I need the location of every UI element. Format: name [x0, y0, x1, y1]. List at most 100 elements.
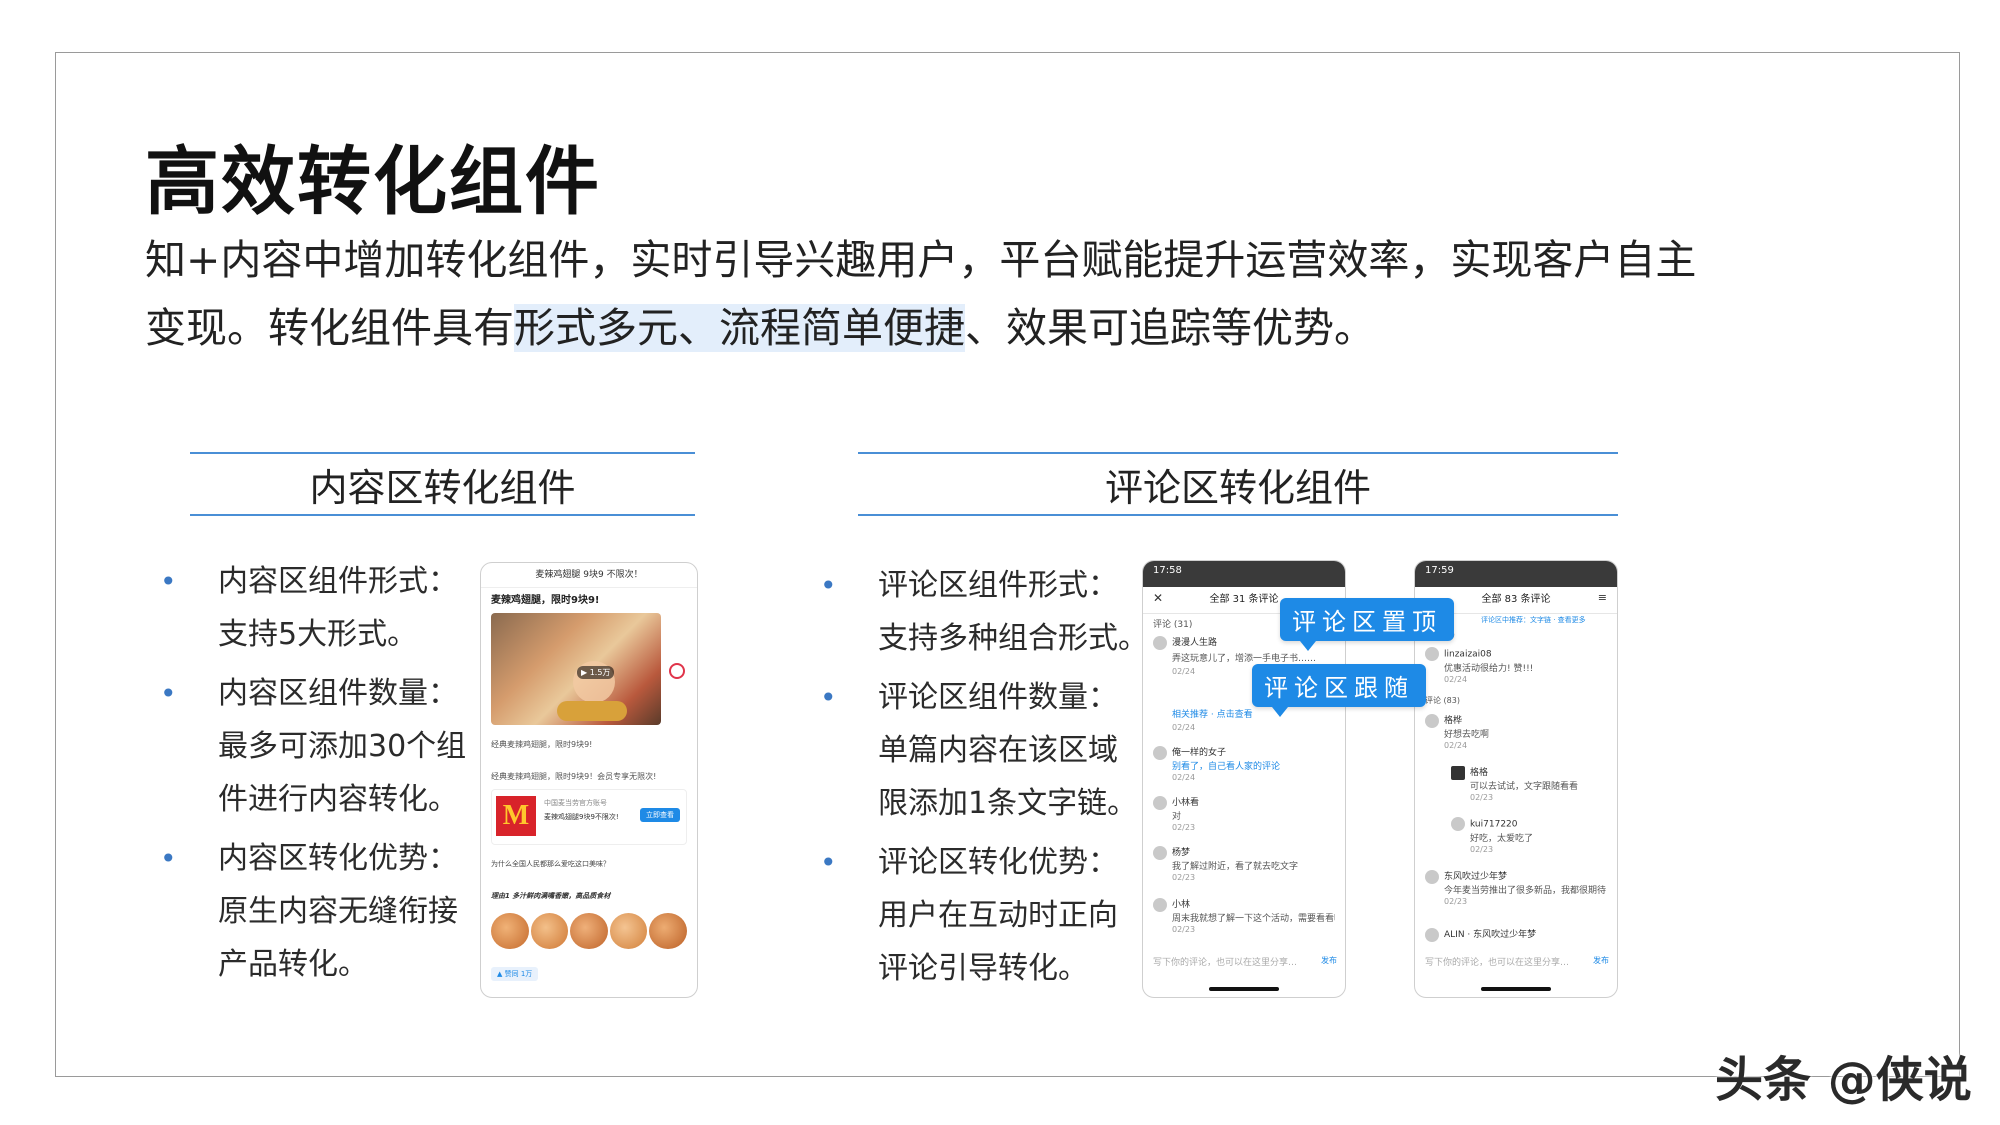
comment-item: 杨梦	[1153, 845, 1335, 860]
avatar	[1153, 845, 1167, 860]
bullet-line: 内容区组件数量：	[218, 676, 458, 711]
bullet-dot: •	[160, 677, 177, 710]
comment-author: 格格	[1470, 768, 1489, 778]
comment-author: linzaizai08	[1444, 649, 1492, 660]
avatar	[1153, 897, 1167, 912]
bullet-line: 最多可添加30个组	[218, 729, 467, 764]
bullet-dot: •	[160, 842, 177, 875]
product-card[interactable]: M 中国麦当劳官方账号 麦辣鸡翅腿9块9不限次! 立即查看	[491, 789, 687, 845]
comment-input[interactable]: 写下你的评论，也可以在这里分享…	[1425, 955, 1607, 968]
bullet-line: 评论区组件数量：	[878, 680, 1118, 715]
intro-line-1: 知+内容中增加转化组件，实时引导兴趣用户，平台赋能提升运营效率，实现客户自主	[145, 236, 1697, 284]
comment-item: ALIN · 东风吹过少年梦	[1425, 927, 1607, 942]
bullet-line: 件进行内容转化。	[218, 782, 458, 817]
comment-author: 杨梦	[1172, 848, 1191, 858]
bullet-dot: •	[820, 681, 837, 714]
content-bullet-2: • 内容区组件数量： 最多可添加30个组 件进行内容转化。	[160, 667, 490, 826]
comment-item: 格格	[1425, 765, 1607, 780]
avatar	[1425, 713, 1439, 728]
avatar	[1451, 765, 1465, 780]
intro-line-2: 变现。转化组件具有形式多元、流程简单便捷、效果可追踪等优势。	[145, 294, 1765, 362]
comment-author: ALIN · 东风吹过少年梦	[1444, 930, 1537, 940]
comment-author: 俺一样的女子	[1172, 748, 1227, 758]
avatar	[1425, 869, 1439, 884]
bullet-line: 评论引导转化。	[878, 951, 1088, 986]
comment-author: 小林	[1172, 900, 1191, 910]
comment-item: 格桦	[1425, 713, 1607, 728]
bullet-line: 限添加1条文字链。	[878, 786, 1138, 821]
comment-author: 漫漫人生路	[1172, 638, 1218, 648]
comment-item: kui717220	[1425, 817, 1607, 831]
food-item	[557, 701, 627, 721]
comment-text: 优惠活动很给力! 赞!!!	[1444, 664, 1534, 674]
bullet-line: 评论区组件形式：	[878, 568, 1118, 603]
status-bar: 17:58	[1143, 561, 1345, 587]
comment-text: 周末我就想了解一下这个活动，需要看看吗	[1172, 914, 1335, 924]
all-label: 评论 (83)	[1425, 696, 1460, 705]
comment-text: 今年麦当劳推出了很多新品，我都很期待	[1444, 886, 1607, 896]
comment-bullet-2: • 评论区组件数量： 单篇内容在该区域 限添加1条文字链。	[820, 671, 1150, 830]
card-title: 中国麦当劳官方账号	[544, 799, 607, 807]
card-text: 麦辣鸡翅腿9块9不限次!	[544, 813, 619, 821]
upvote-button[interactable]: ▲ 赞同 1万	[491, 967, 539, 981]
bullet-line: 用户在互动时正向	[878, 898, 1118, 933]
status-bar: 17:59	[1415, 561, 1617, 587]
comment-date: 02/23	[1172, 925, 1196, 934]
comment-date: 02/23	[1172, 873, 1196, 882]
comment-text[interactable]: 相关推荐 · 点击查看	[1153, 707, 1335, 720]
bullet-line: 产品转化。	[218, 947, 368, 982]
home-indicator	[1481, 987, 1551, 991]
comment-author: kui717220	[1470, 819, 1518, 830]
comment-date: 02/23	[1470, 845, 1494, 854]
comment-bullet-list: • 评论区组件形式： 支持多种组合形式。 • 评论区组件数量： 单篇内容在该区域 限添…	[820, 559, 1150, 1001]
bullet-dot: •	[820, 846, 837, 879]
comment-item: 小林看	[1153, 795, 1335, 810]
send-button[interactable]: 发布	[1593, 955, 1609, 966]
callout-follow: 评论区跟随	[1252, 664, 1426, 717]
bullet-line: 支持多种组合形式。	[878, 621, 1148, 656]
bullet-line: 内容区转化优势：	[218, 841, 458, 876]
comment-date: 02/23	[1444, 897, 1468, 906]
comment-date: 02/23	[1470, 793, 1494, 802]
card-button[interactable]: 立即查看	[640, 808, 680, 822]
comment-text: 弄这玩意儿了，增添一手电子书……	[1172, 654, 1317, 664]
bullet-line: 原生内容无缝衔接	[218, 894, 458, 929]
close-icon[interactable]: ✕	[1153, 591, 1163, 605]
intro-paragraph: 知+内容中增加转化组件，实时引导兴趣用户，平台赋能提升运营效率，实现客户自主 变…	[145, 226, 1765, 362]
comment-date: 02/23	[1172, 823, 1196, 832]
content-phone-mockup: 麦辣鸡翅腿 9块9 不限次！ 麦辣鸡翅腿，限时9块9! ▶ 1.5万 经典麦辣鸡…	[480, 562, 698, 998]
comment-text: 对	[1172, 812, 1182, 822]
watermark: 头条 @侠说	[1715, 1052, 1972, 1108]
comment-text: 别看了，自己看人家的评论	[1172, 762, 1281, 772]
callout-pinned: 评论区置顶	[1280, 598, 1454, 651]
comment-bullet-3: • 评论区转化优势： 用户在互动时正向 评论引导转化。	[820, 836, 1150, 995]
record-ring-icon	[669, 663, 685, 679]
bread-image-strip	[491, 913, 687, 949]
comment-text: 好吃，太爱吃了	[1470, 834, 1534, 844]
comment-text: 我了解过附近，看了就去吃文字	[1172, 862, 1299, 872]
comment-text: 好想去吃啊	[1444, 730, 1490, 740]
intro-line-2-end: 、效果可追踪等优势。	[965, 304, 1375, 352]
comment-date: 02/24	[1172, 773, 1196, 782]
bullet-line: 单篇内容在该区域	[878, 733, 1118, 768]
video-thumbnail[interactable]: ▶ 1.5万	[491, 613, 661, 725]
sort-icon[interactable]: ≡	[1598, 591, 1607, 604]
content-section-heading: 内容区转化组件	[190, 452, 695, 516]
avatar	[1153, 795, 1167, 810]
bullet-dot: •	[160, 565, 177, 598]
comment-date: 02/24	[1172, 723, 1196, 732]
avatar	[1425, 647, 1439, 661]
bullet-line: 支持5大形式。	[218, 617, 418, 652]
send-button[interactable]: 发布	[1321, 955, 1337, 966]
content-headline: 麦辣鸡翅腿，限时9块9!	[491, 595, 600, 606]
intro-highlight: 形式多元、流程简单便捷	[514, 304, 965, 352]
avatar	[1451, 817, 1465, 831]
comment-input[interactable]: 写下你的评论，也可以在这里分享…	[1153, 955, 1335, 968]
intro-line-2-start: 变现。转化组件具有	[145, 304, 514, 352]
avatar	[1153, 745, 1167, 760]
page-title: 高效转化组件	[145, 139, 601, 225]
play-badge: ▶ 1.5万	[577, 666, 615, 679]
brand-logo-icon: M	[496, 796, 536, 836]
avatar	[1425, 927, 1439, 942]
content-bullet-1: • 内容区组件形式： 支持5大形式。	[160, 555, 490, 661]
